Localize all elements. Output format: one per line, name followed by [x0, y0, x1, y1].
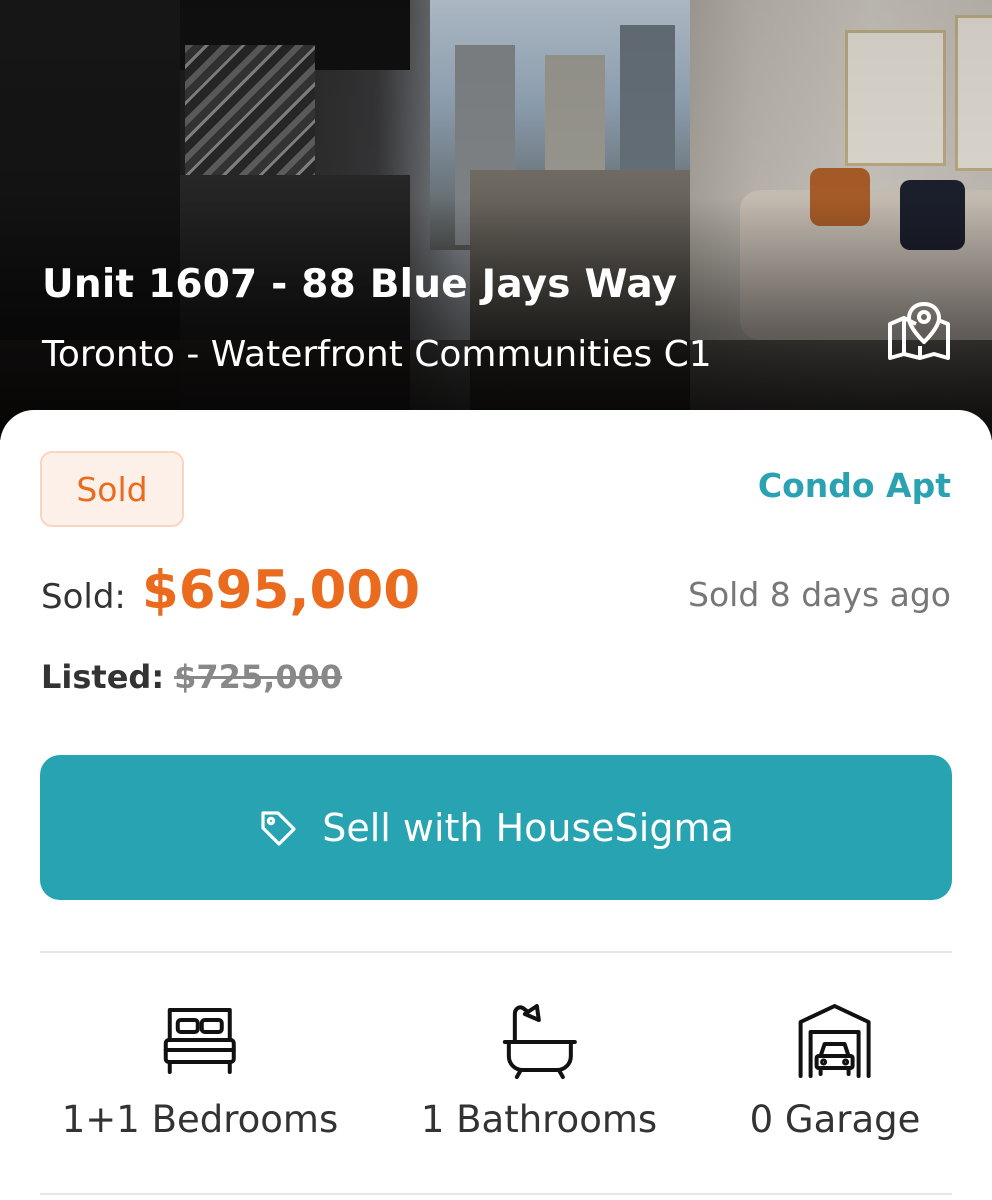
listed-price-row: Listed: $725,000 [41, 658, 342, 696]
listed-label: Listed: [41, 658, 165, 696]
hero-photo[interactable]: Unit 1607 - 88 Blue Jays Way Toronto - W… [0, 0, 992, 440]
sold-label: Sold: [41, 577, 126, 617]
sell-button-label: Sell with HouseSigma [322, 805, 734, 850]
tag-icon [261, 810, 296, 846]
listing-card: Sold Condo Apt Sold: $695,000 Sold 8 day… [0, 410, 992, 1200]
sell-with-housesigma-button[interactable]: Sell with HouseSigma [40, 755, 952, 900]
bed-icon [163, 1008, 236, 1074]
listing-address: Unit 1607 - 88 Blue Jays Way [42, 262, 678, 307]
sold-price-row: Sold: $695,000 [41, 560, 420, 621]
garage-label: 0 Garage [749, 1098, 921, 1141]
property-type: Condo Apt [757, 466, 951, 505]
garage-icon [798, 1004, 871, 1078]
listed-price: $725,000 [174, 658, 343, 696]
map-pin-icon[interactable] [886, 300, 952, 360]
sold-date-info: Sold 8 days ago [688, 575, 951, 614]
feature-bedrooms: 1+1 Bedrooms [62, 1000, 338, 1141]
bathtub-icon [503, 1004, 577, 1079]
status-badge: Sold [40, 451, 184, 527]
feature-bathrooms: 1 Bathrooms [421, 1000, 657, 1141]
divider [40, 1193, 952, 1195]
bedrooms-label: 1+1 Bedrooms [61, 1098, 339, 1141]
sold-price: $695,000 [141, 560, 421, 621]
divider [40, 951, 952, 953]
listing-community: Toronto - Waterfront Communities C1 [42, 334, 712, 375]
feature-garage: 0 Garage [749, 1000, 921, 1141]
bathrooms-label: 1 Bathrooms [420, 1098, 658, 1141]
